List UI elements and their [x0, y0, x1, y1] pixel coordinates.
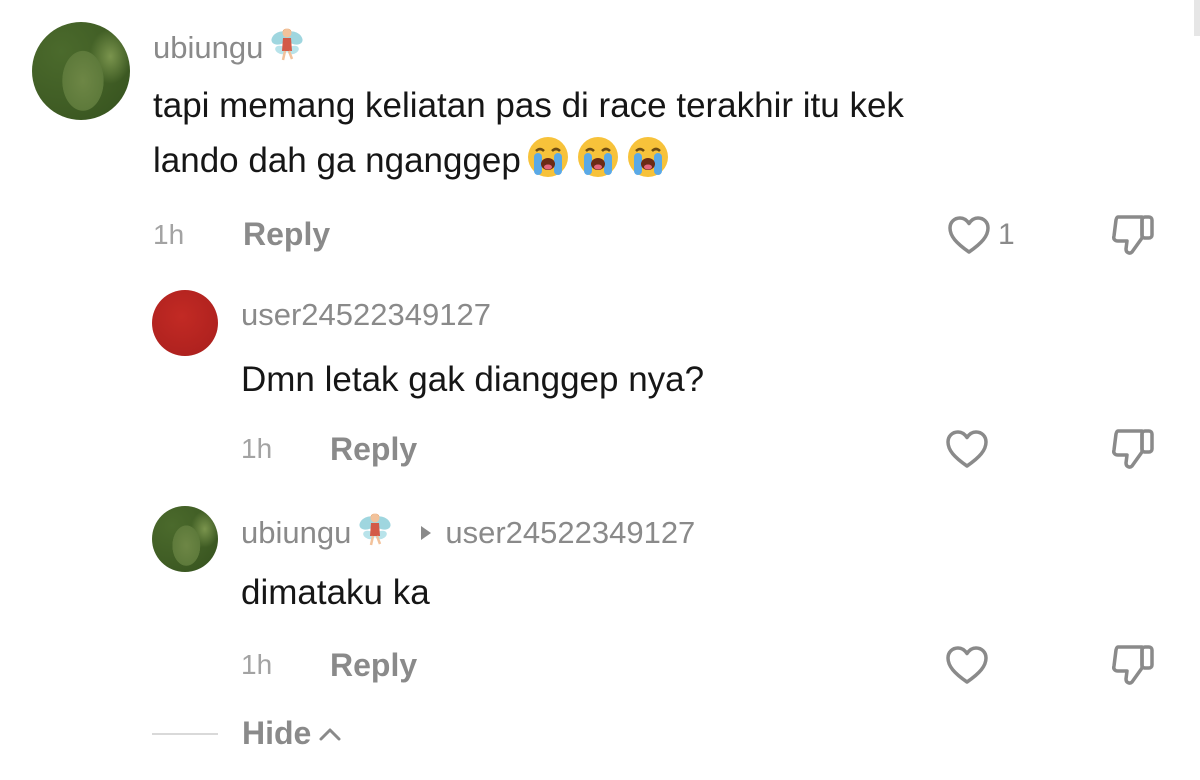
fairy-emoji — [355, 509, 395, 557]
comment-thread: ubiungu tapi memang keliatan pas di race… — [0, 0, 1200, 780]
comment-text-line-content: lando dah ga nganggep — [153, 141, 521, 180]
dislike-button[interactable] — [1110, 426, 1158, 477]
comment-timestamp: 1h — [241, 433, 273, 464]
reply-button[interactable]: Reply — [330, 647, 417, 684]
chevron-up-icon — [319, 728, 341, 740]
scrollbar[interactable] — [1194, 0, 1200, 36]
comment-timestamp: 1h — [241, 649, 273, 680]
comment-text: tapi memang keliatan pas di race terakhi… — [153, 78, 904, 196]
comment-username[interactable]: user24522349127 — [241, 297, 491, 333]
dislike-button[interactable] — [1110, 212, 1158, 263]
like-button[interactable] — [944, 428, 990, 470]
like-count: 1 — [998, 218, 1015, 251]
comment-text-line: lando dah ga nganggep — [153, 133, 904, 196]
heart-outline-icon — [946, 430, 988, 468]
comment-username[interactable]: ubiungu user24522349127 — [241, 509, 695, 557]
comment-text: dimataku ka — [241, 573, 430, 612]
heart-outline-icon — [946, 646, 988, 684]
avatar[interactable] — [152, 290, 218, 356]
avatar[interactable] — [32, 22, 130, 120]
avatar[interactable] — [152, 506, 218, 572]
thumbs-down-icon — [1112, 645, 1154, 685]
username-text: ubiungu — [153, 30, 264, 65]
reply-to-username[interactable]: user24522349127 — [445, 515, 695, 551]
username-text: ubiungu — [241, 515, 352, 550]
like-button[interactable] — [944, 644, 990, 686]
hide-label: Hide — [242, 715, 312, 751]
loudly-crying-face-emoji — [525, 134, 571, 196]
loudly-crying-face-emoji — [575, 134, 621, 196]
comment-text: Dmn letak gak dianggep nya? — [241, 360, 705, 399]
loudly-crying-face-emoji — [625, 134, 671, 196]
comment-username[interactable]: ubiungu — [153, 24, 307, 72]
divider — [152, 732, 218, 735]
reply-button[interactable]: Reply — [330, 431, 417, 468]
comment-timestamp: 1h — [153, 219, 185, 250]
like-button[interactable]: 1 — [946, 214, 1015, 256]
hide-replies-button[interactable]: Hide — [242, 715, 343, 752]
fairy-emoji — [267, 24, 307, 72]
reply-button[interactable]: Reply — [243, 216, 330, 253]
hide-replies-row: Hide — [152, 715, 343, 752]
comment-text-line: tapi memang keliatan pas di race terakhi… — [153, 86, 904, 125]
caret-right-icon — [421, 526, 432, 540]
thumbs-down-icon — [1112, 429, 1154, 469]
dislike-button[interactable] — [1110, 642, 1158, 693]
heart-outline-icon — [948, 216, 990, 254]
thumbs-down-icon — [1112, 215, 1154, 255]
